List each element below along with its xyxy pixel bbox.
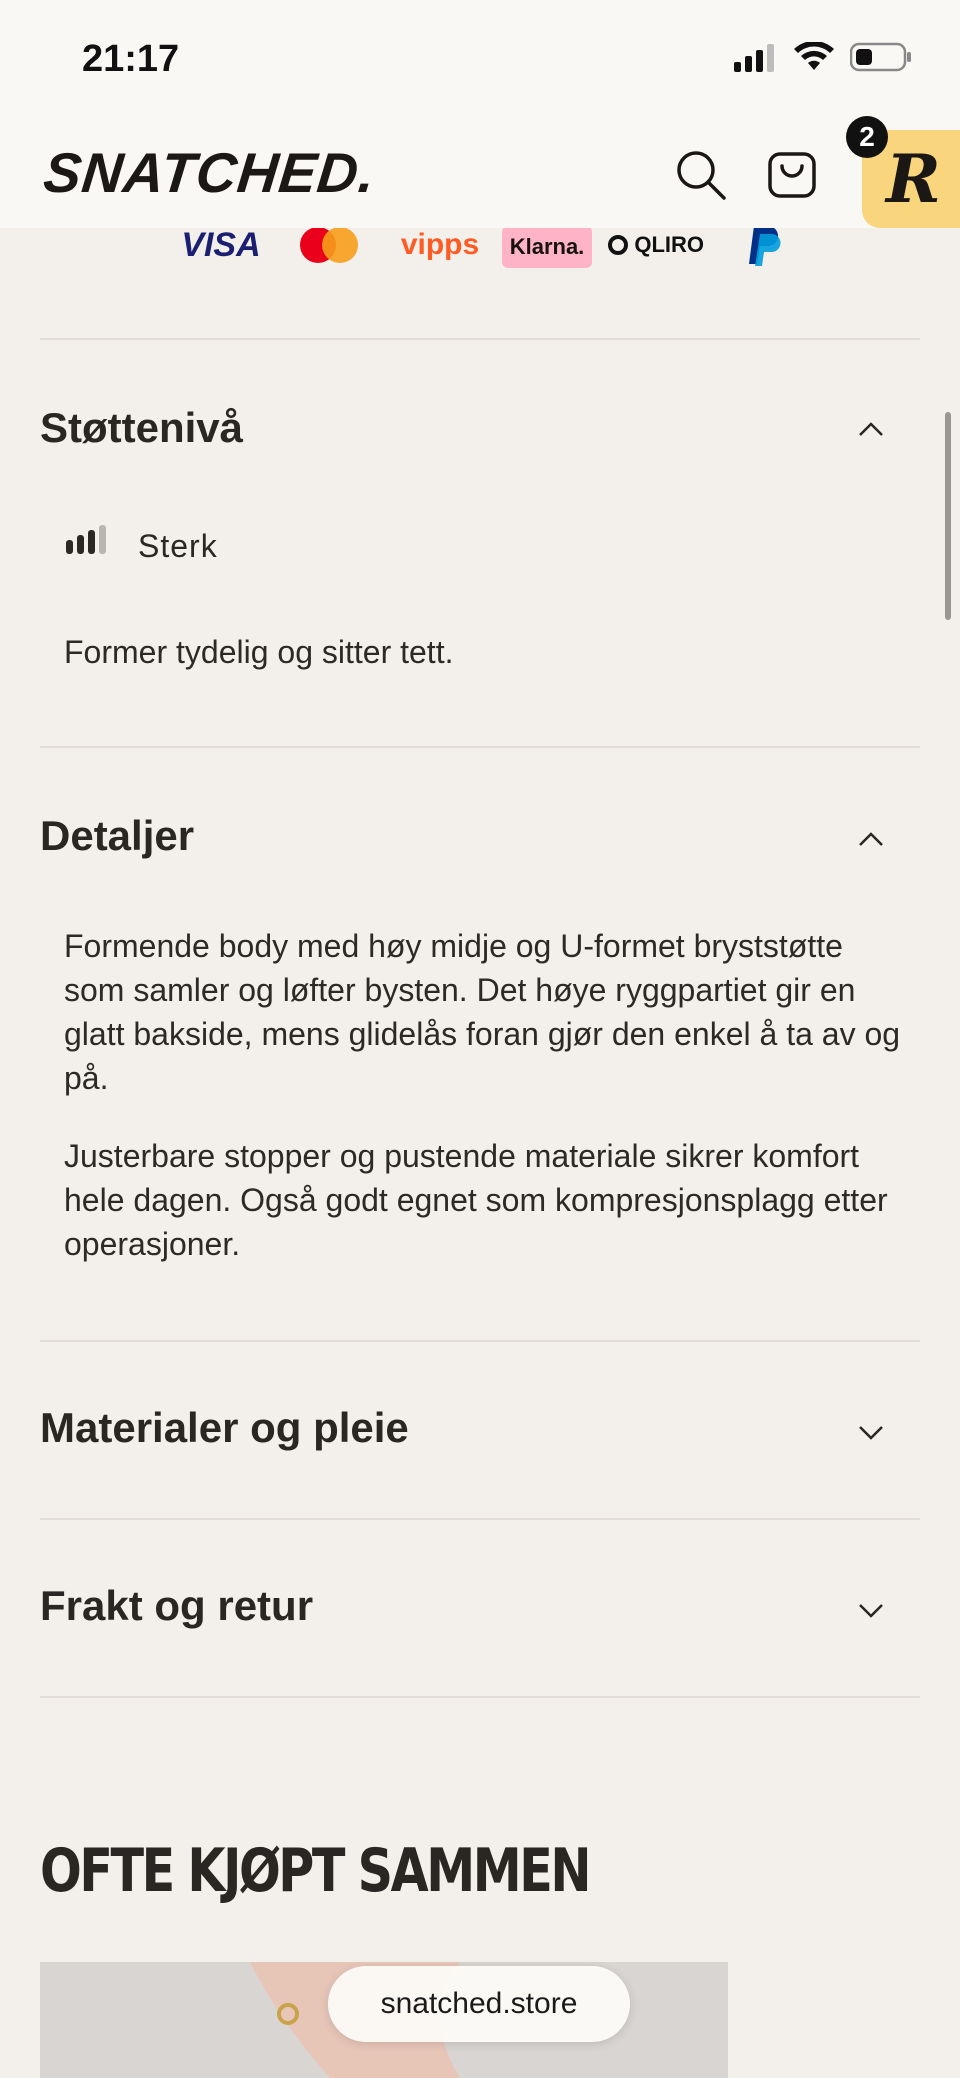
support-level-label: Sterk [138, 528, 218, 564]
status-time: 21:17 [82, 38, 180, 80]
signal-icon [734, 44, 774, 72]
divider [40, 746, 920, 748]
rewards-logo: R [886, 140, 941, 218]
divider [40, 338, 920, 340]
support-level-bars-icon [66, 525, 106, 554]
shopping-bag-icon[interactable] [764, 146, 820, 202]
brand-logo[interactable]: SNATCHED. [41, 140, 379, 205]
divider [40, 1518, 920, 1520]
divider [40, 1340, 920, 1342]
qliro-logo: QLIRO [608, 222, 704, 268]
accordion-title[interactable]: Materialer og pleie [40, 1404, 409, 1452]
details-paragraph: Formende body med høy midje og U-formet … [64, 928, 901, 1096]
search-icon[interactable] [672, 146, 728, 202]
section-heading: OFTE KJØPT SAMMEN [40, 1836, 592, 1906]
battery-icon [850, 42, 911, 72]
support-level-bar [99, 525, 106, 554]
top-bar: 21:17 SNATCHED. R 2 [0, 0, 960, 228]
chevron-up-icon[interactable] [856, 830, 886, 848]
wifi-icon [794, 42, 834, 70]
qliro-text: QLIRO [634, 232, 704, 257]
accordion-title[interactable]: Frakt og retur [40, 1582, 313, 1630]
payment-methods: VISA vipps Klarna. QLIRO [0, 222, 960, 268]
mastercard-logo [300, 227, 358, 263]
chevron-down-icon[interactable] [856, 1424, 886, 1442]
accordion-title[interactable]: Støttenivå [40, 404, 243, 452]
details-paragraph: Justerbare stopper og pustende materiale… [64, 1138, 888, 1262]
support-level-bar [88, 530, 95, 554]
rewards-count-badge: 2 [846, 116, 888, 158]
chevron-up-icon[interactable] [856, 420, 886, 438]
divider [40, 1696, 920, 1698]
browser-url-bar[interactable]: snatched.store [328, 1966, 630, 2042]
support-description: Former tydelig og sitter tett. [64, 634, 454, 670]
visa-logo: VISA [181, 225, 261, 264]
klarna-logo: Klarna. [502, 226, 592, 268]
support-level-bar [66, 540, 73, 554]
qliro-mark [608, 235, 629, 255]
chevron-down-icon[interactable] [856, 1602, 886, 1620]
scrollbar[interactable] [945, 412, 951, 620]
status-icons [734, 42, 912, 72]
paypal-logo [749, 226, 781, 266]
accordion-title[interactable]: Detaljer [40, 812, 194, 860]
support-level-bar [77, 535, 84, 554]
vipps-logo: vipps [400, 228, 480, 261]
